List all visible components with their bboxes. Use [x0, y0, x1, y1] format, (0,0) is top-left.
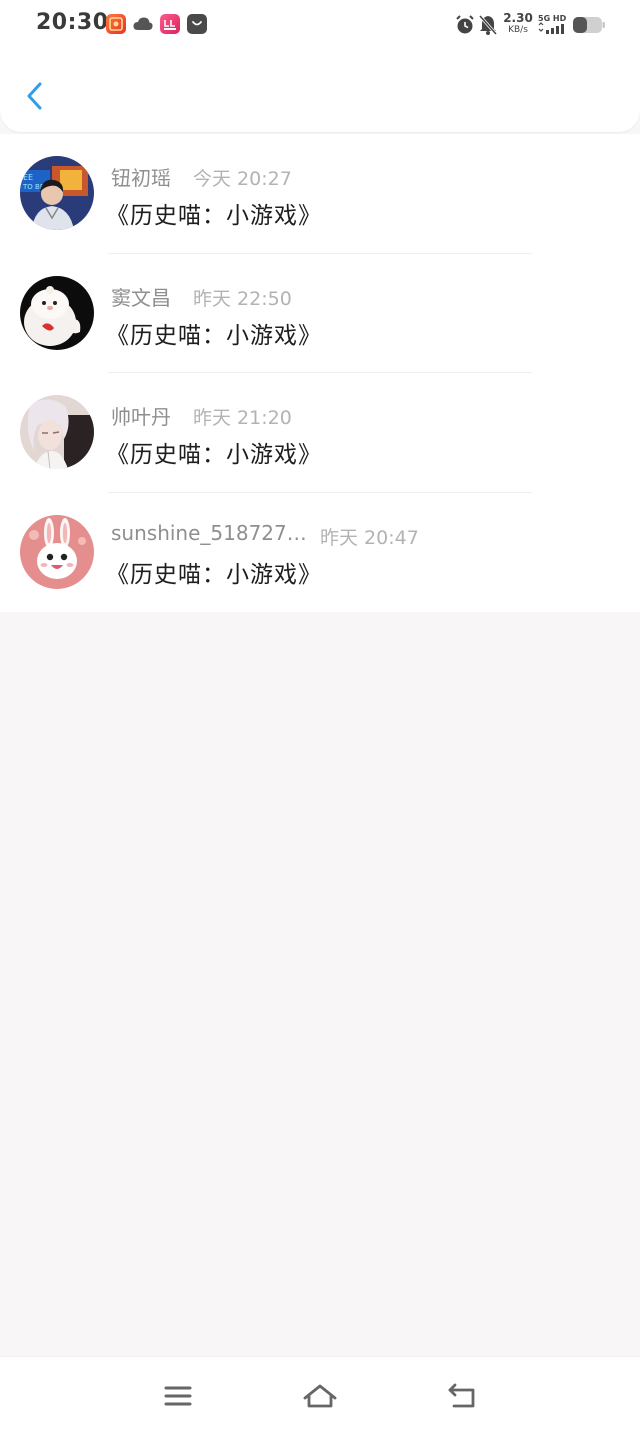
home-icon: [303, 1384, 337, 1408]
message-item[interactable]: sunshine_518727… 昨天 20:47 《历史喵：小游戏》: [0, 492, 640, 612]
app-icon-pink: [160, 14, 180, 34]
message-item[interactable]: 帅叶丹 昨天 21:20 《历史喵：小游戏》: [0, 373, 640, 493]
message-text: 《历史喵：小游戏》: [106, 322, 322, 349]
net-speed: 2.30 KB/s: [502, 12, 534, 36]
status-bar: 20:30 2.30 KB/s 5G HD: [0, 0, 640, 50]
svg-text:5G HD: 5G HD: [538, 14, 567, 23]
message-time: 今天 20:27: [193, 168, 292, 190]
signal-icon: 5G HD: [538, 12, 568, 40]
avatar[interactable]: [20, 275, 94, 350]
chevron-left-icon: [27, 82, 42, 110]
back-button[interactable]: [18, 76, 58, 118]
back-icon: [448, 1383, 475, 1408]
avatar[interactable]: [20, 395, 94, 469]
menu-button[interactable]: [158, 1377, 198, 1417]
app-icon-red: [106, 14, 126, 34]
message-text: 《历史喵：小游戏》: [106, 203, 322, 229]
sender-name: sunshine_518727…: [111, 520, 307, 545]
battery-icon: [572, 16, 606, 38]
net-speed-unit: KB/s: [508, 25, 528, 35]
message-text: 《历史喵：小游戏》: [106, 561, 322, 588]
system-nav-bar: [0, 1356, 640, 1433]
avatar[interactable]: [20, 514, 94, 589]
message-item[interactable]: EE TO BE 钮初瑶 今天 20:27 《历史喵：小游戏》: [0, 134, 640, 254]
avatar-bunny: [20, 514, 94, 589]
home-button[interactable]: [300, 1377, 340, 1417]
sender-name: 窦文昌: [111, 285, 171, 310]
back-nav-button[interactable]: [442, 1377, 482, 1417]
alarm-icon: [455, 14, 475, 40]
message-list: EE TO BE 钮初瑶 今天 20:27 《历史喵：小游戏》 窦文昌 昨天 2…: [0, 134, 640, 612]
net-speed-value: 2.30: [503, 11, 533, 25]
sender-name: 钮初瑶: [111, 166, 171, 190]
avatar[interactable]: EE TO BE: [20, 156, 94, 230]
top-header: 20:30 2.30 KB/s 5G HD: [0, 0, 640, 132]
bell-muted-icon: [478, 14, 498, 40]
sender-name: 帅叶丹: [111, 405, 171, 429]
message-text: 《历史喵：小游戏》: [106, 442, 322, 468]
message-item[interactable]: 窦文昌 昨天 22:50 《历史喵：小游戏》: [0, 253, 640, 373]
message-time: 昨天 20:47: [320, 526, 419, 549]
message-time: 昨天 21:20: [193, 407, 292, 429]
menu-icon: [164, 1386, 192, 1406]
bag-icon: [187, 14, 207, 34]
status-time: 20:30: [36, 10, 109, 35]
avatar-anime-girl: [20, 395, 94, 469]
avatar-boy-neon: EE TO BE: [20, 156, 94, 230]
message-time: 昨天 22:50: [193, 287, 292, 310]
avatar-white-plush: [20, 275, 94, 350]
svg-text:EE: EE: [23, 173, 33, 182]
cloud-icon: [132, 14, 153, 34]
